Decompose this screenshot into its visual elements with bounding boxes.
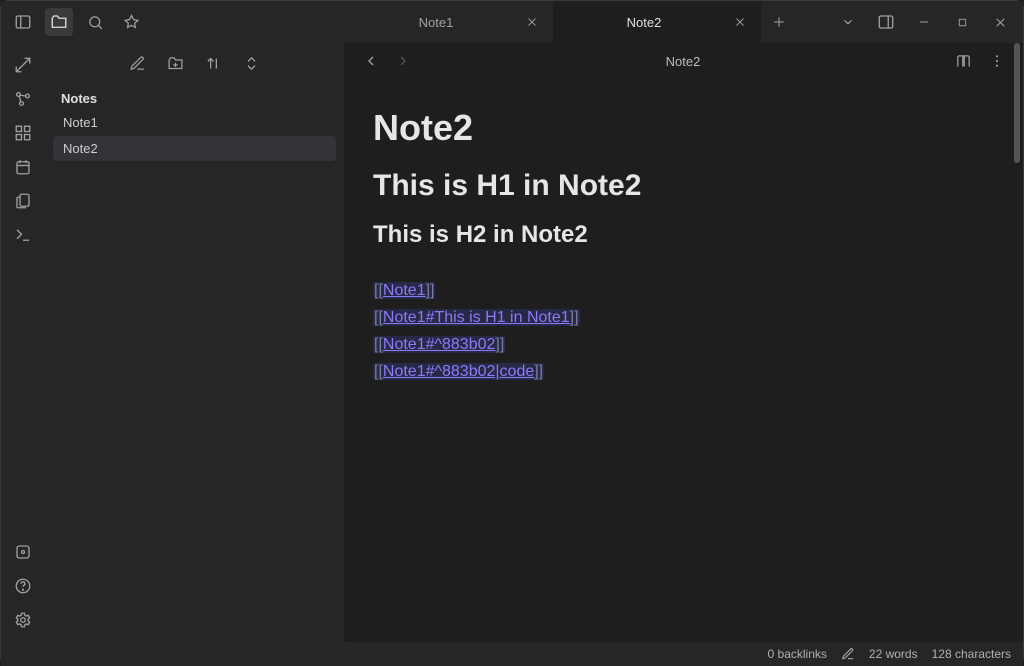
titlebar: Note1 Note2 — [1, 1, 1023, 43]
collapse-icon[interactable] — [240, 51, 264, 75]
edit-mode-icon[interactable] — [841, 647, 855, 661]
new-note-icon[interactable] — [126, 51, 150, 75]
tab-title: Note2 — [565, 15, 723, 30]
new-folder-icon[interactable] — [164, 51, 188, 75]
tab-note2[interactable]: Note2 — [553, 1, 761, 43]
vault-switch-icon[interactable] — [9, 538, 37, 566]
minimize-button[interactable] — [907, 8, 941, 36]
quick-switcher-icon[interactable] — [9, 51, 37, 79]
editor-pane: Note2 Note2 This is H1 in Note2 This is … — [345, 43, 1023, 642]
heading-2[interactable]: This is H2 in Note2 — [373, 221, 995, 249]
settings-icon[interactable] — [9, 606, 37, 634]
maximize-button[interactable] — [945, 8, 979, 36]
more-options-icon[interactable] — [983, 47, 1011, 75]
backlinks-count[interactable]: 0 backlinks — [768, 647, 827, 661]
right-sidebar-toggle-icon[interactable] — [869, 8, 903, 36]
file-item[interactable]: Note2 — [53, 136, 336, 161]
bookmark-icon[interactable] — [117, 8, 145, 36]
new-tab-button[interactable] — [761, 1, 797, 43]
tab-bar: Note1 Note2 — [345, 1, 825, 43]
templates-icon[interactable] — [9, 187, 37, 215]
editor-header: Note2 — [345, 43, 1023, 79]
vault-icon[interactable] — [45, 8, 73, 36]
main: Notes Note1 Note2 Note2 — [1, 43, 1023, 642]
scrollbar-thumb[interactable] — [1014, 43, 1020, 163]
tab-title: Note1 — [357, 15, 515, 30]
chevron-down-icon[interactable] — [831, 8, 865, 36]
ribbon — [1, 43, 45, 642]
ribbon-bottom — [9, 538, 37, 642]
char-count[interactable]: 128 characters — [932, 647, 1011, 661]
close-icon[interactable] — [523, 13, 541, 31]
internal-link-line[interactable]: [[Note1]] — [373, 279, 995, 303]
file-item[interactable]: Note1 — [53, 110, 336, 135]
word-count[interactable]: 22 words — [869, 647, 918, 661]
command-palette-icon[interactable] — [9, 221, 37, 249]
scrollbar[interactable] — [1013, 43, 1021, 640]
internal-link[interactable]: Note1#^883b02|code — [383, 363, 534, 380]
breadcrumb[interactable]: Note2 — [417, 54, 949, 69]
internal-link-line[interactable]: [[Note1#^883b02]] — [373, 333, 995, 357]
editor-body[interactable]: Note2 This is H1 in Note2 This is H2 in … — [345, 79, 1023, 642]
internal-link[interactable]: Note1#This is H1 in Note1 — [383, 309, 570, 326]
file-explorer-toolbar — [45, 43, 344, 83]
help-icon[interactable] — [9, 572, 37, 600]
titlebar-left — [1, 8, 345, 36]
file-explorer: Notes Note1 Note2 — [45, 43, 345, 642]
left-sidebar-toggle-icon[interactable] — [9, 8, 37, 36]
window-controls — [825, 8, 1023, 36]
internal-link[interactable]: Note1#^883b02 — [383, 336, 496, 353]
reading-mode-icon[interactable] — [949, 47, 977, 75]
heading-1[interactable]: This is H1 in Note2 — [373, 169, 995, 203]
internal-link-line[interactable]: [[Note1#This is H1 in Note1]] — [373, 306, 995, 330]
nav-back-icon[interactable] — [357, 47, 385, 75]
internal-link-line[interactable]: [[Note1#^883b02|code]] — [373, 360, 995, 384]
sort-icon[interactable] — [202, 51, 226, 75]
nav-forward-icon[interactable] — [389, 47, 417, 75]
tab-note1[interactable]: Note1 — [345, 1, 553, 43]
search-icon[interactable] — [81, 8, 109, 36]
daily-note-icon[interactable] — [9, 153, 37, 181]
graph-icon[interactable] — [9, 85, 37, 113]
status-bar: 0 backlinks 22 words 128 characters — [1, 642, 1023, 666]
vault-name[interactable]: Notes — [45, 83, 344, 110]
canvas-icon[interactable] — [9, 119, 37, 147]
internal-link[interactable]: Note1 — [383, 282, 426, 299]
inline-title[interactable]: Note2 — [373, 107, 995, 149]
close-button[interactable] — [983, 8, 1017, 36]
file-list: Note1 Note2 — [45, 110, 344, 161]
close-icon[interactable] — [731, 13, 749, 31]
